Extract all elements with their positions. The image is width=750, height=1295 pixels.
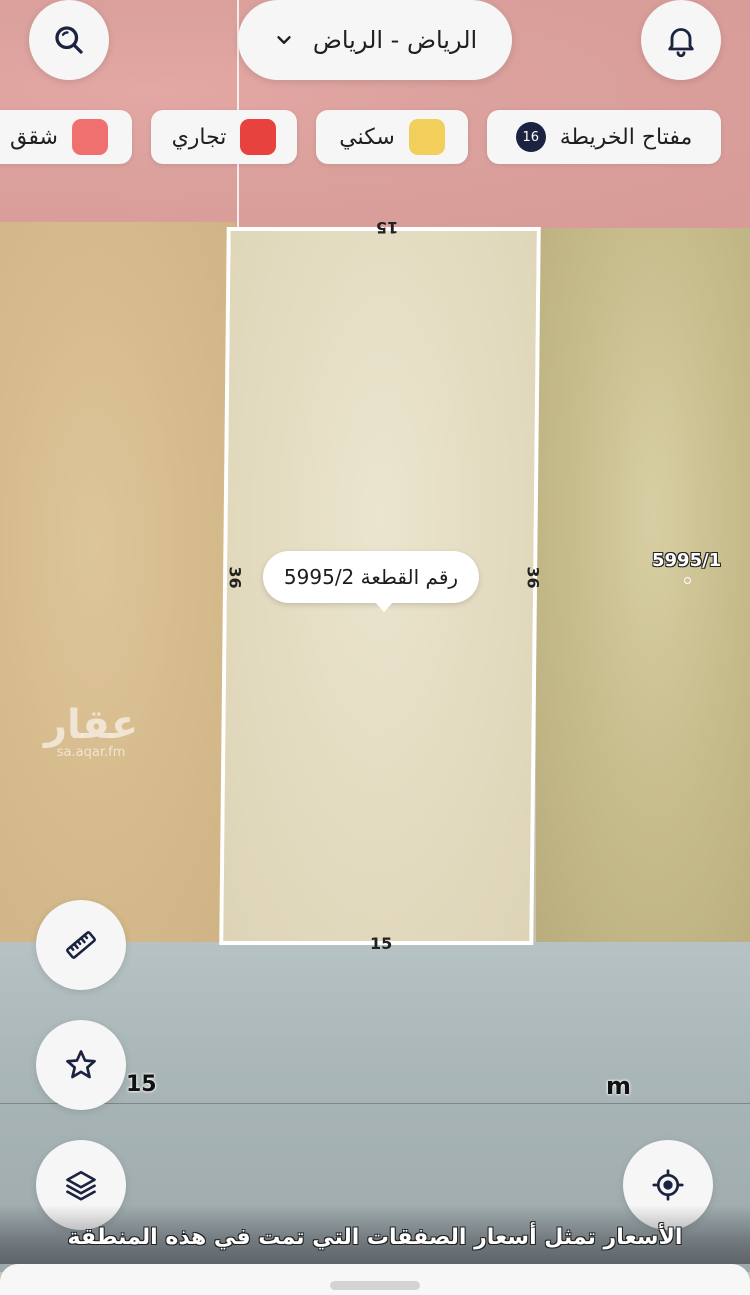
watermark-logo-text: عقار xyxy=(44,702,139,748)
price-caption-text: الأسعار تمثل أسعار الصفقات التي تمت في ه… xyxy=(67,1225,683,1250)
watermark: عقار sa.aqar.fm xyxy=(44,704,138,760)
locate-icon xyxy=(652,1169,684,1201)
bell-icon xyxy=(668,28,694,58)
neighbor-plot-label[interactable]: 5995/1 xyxy=(652,550,721,571)
search-button[interactable] xyxy=(29,0,109,80)
legend-label-commercial: تجاري xyxy=(171,124,227,150)
map-key-button[interactable]: مفتاح الخريطة 16 xyxy=(487,110,721,164)
favorite-button[interactable] xyxy=(36,1020,126,1110)
star-icon xyxy=(66,1050,96,1079)
neighbor-plot-marker[interactable] xyxy=(684,577,691,584)
zone-residential-right xyxy=(536,228,750,944)
chevron-down-icon xyxy=(277,36,291,44)
map-canvas[interactable]: 15 15 36 36 رقم القطعة 5995/2 5995/1 عقا… xyxy=(0,0,750,1295)
legend-swatch-residential xyxy=(408,119,445,155)
search-icon xyxy=(55,26,83,54)
map-key-count-badge: 16 xyxy=(515,122,546,152)
price-caption-overlay: الأسعار تمثل أسعار الصفقات التي تمت في ه… xyxy=(0,1205,750,1264)
city-selector-label: الرياض - الرياض xyxy=(312,26,478,54)
legend-swatch-apartments xyxy=(71,119,108,155)
legend-item-commercial[interactable]: تجاري xyxy=(151,110,297,164)
legend-label-residential: سكني xyxy=(339,124,395,150)
street-unit-label: m xyxy=(606,1072,632,1100)
notifications-button[interactable] xyxy=(641,0,721,80)
dimension-top: 15 xyxy=(376,218,399,237)
watermark-url: sa.aqar.fm xyxy=(56,745,126,760)
bottom-sheet-handle[interactable] xyxy=(330,1281,420,1290)
dimension-bottom: 15 xyxy=(370,934,393,953)
legend-item-residential[interactable]: سكني xyxy=(316,110,468,164)
zone-residential-left xyxy=(0,222,236,944)
ruler-icon xyxy=(66,931,96,959)
street-width-label: 15 xyxy=(126,1072,157,1097)
bottom-sheet[interactable] xyxy=(0,1264,750,1295)
legend-label-apartments: شقق xyxy=(10,124,58,150)
map-key-label: مفتاح الخريطة xyxy=(559,124,693,150)
dimension-left: 36 xyxy=(225,566,245,589)
street-boundary-line xyxy=(0,1103,750,1104)
layers-icon xyxy=(66,1170,96,1201)
legend-swatch-commercial xyxy=(240,119,277,155)
measure-button[interactable] xyxy=(36,900,126,990)
legend-item-apartments[interactable]: شقق xyxy=(0,110,132,164)
dimension-right: 36 xyxy=(523,566,543,589)
plot-number-label[interactable]: رقم القطعة 5995/2 xyxy=(263,551,479,612)
city-selector[interactable]: الرياض - الرياض xyxy=(238,0,512,80)
